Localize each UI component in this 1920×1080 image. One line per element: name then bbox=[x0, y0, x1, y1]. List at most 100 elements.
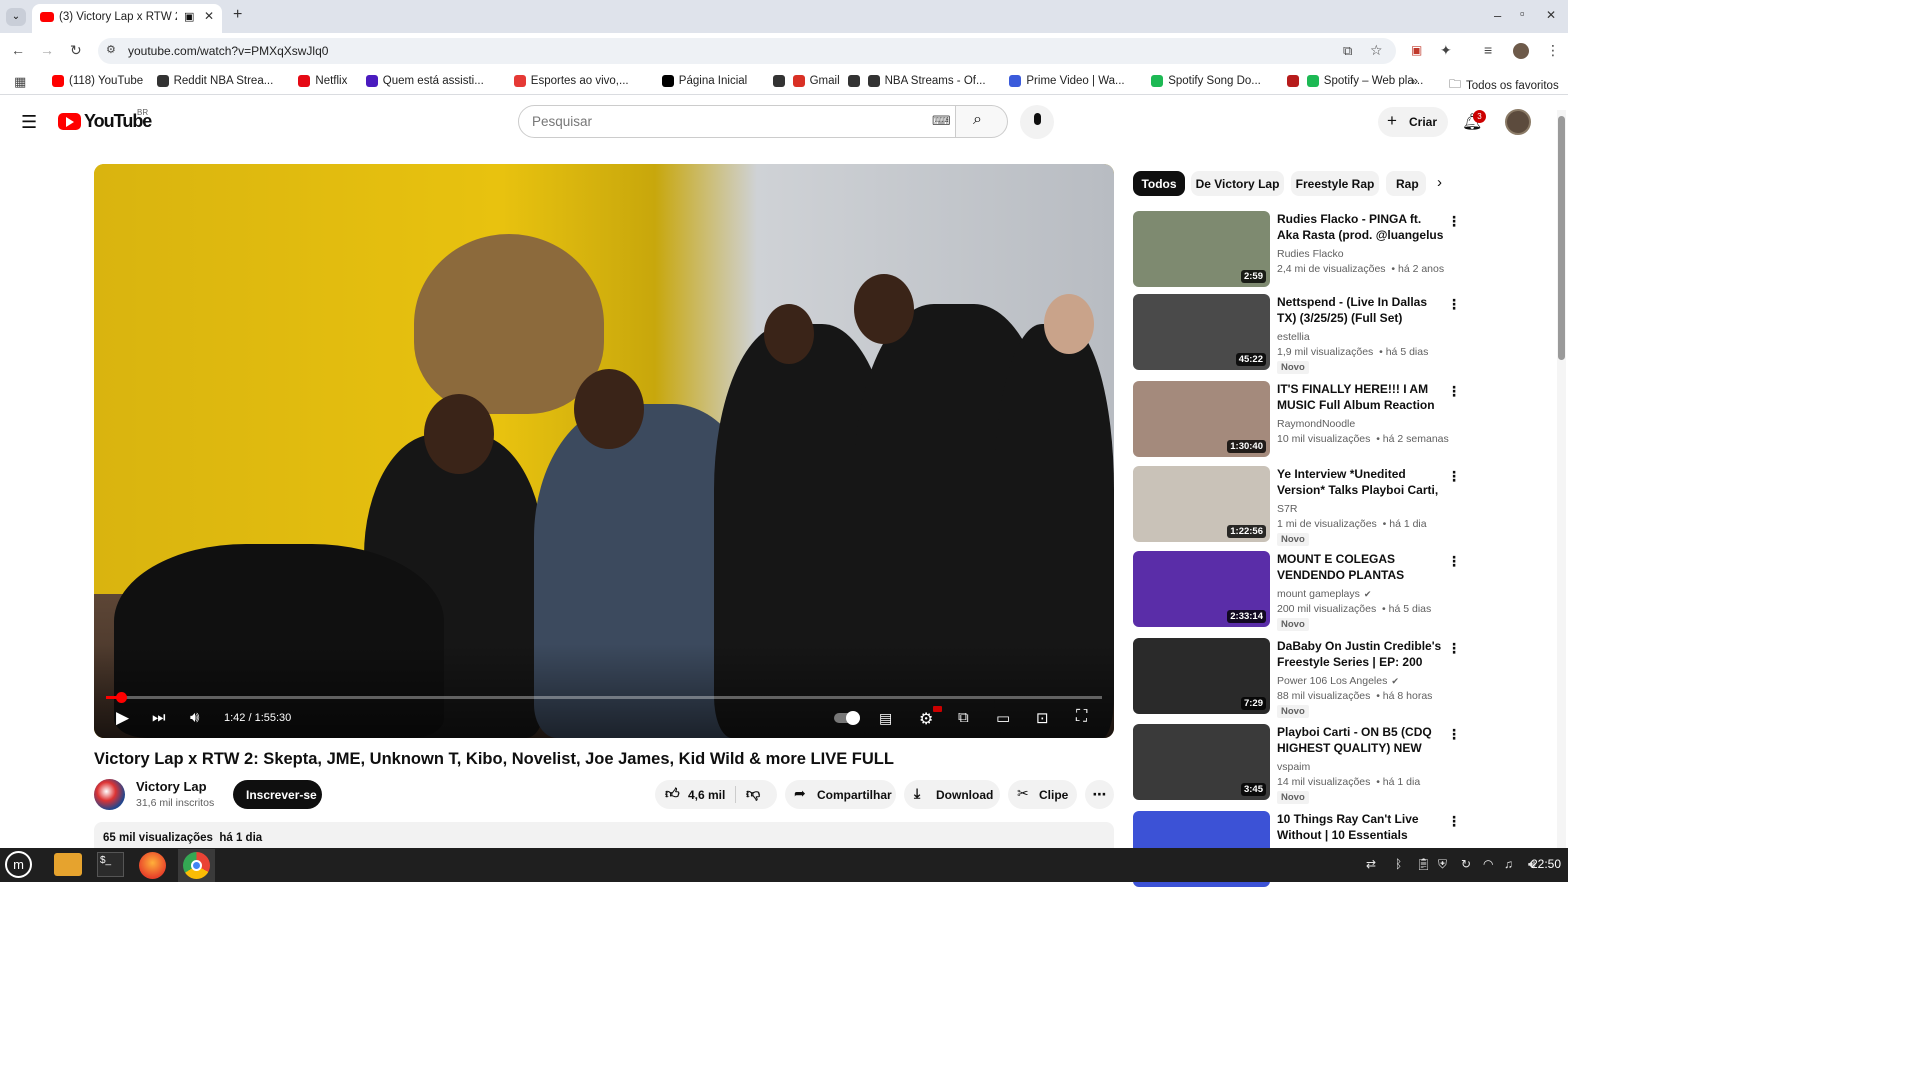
progress-scrubber[interactable] bbox=[115, 692, 127, 703]
channel-name[interactable]: Victory Lap bbox=[136, 779, 207, 794]
bookmark-item[interactable]: Spotify – Web pla... bbox=[1306, 75, 1423, 87]
bookmark-item[interactable]: Esportes ao vivo,... bbox=[513, 75, 629, 87]
new-tab-button[interactable]: + bbox=[233, 6, 242, 24]
install-app-icon[interactable]: ⧉ bbox=[1343, 43, 1352, 59]
browser-tab-active[interactable]: (3) Victory Lap x RTW 2: S ▣ ✕ bbox=[32, 4, 222, 33]
chip-rap[interactable]: Rap bbox=[1386, 171, 1426, 196]
chip-freestyle-rap[interactable]: Freestyle Rap bbox=[1291, 171, 1379, 196]
recommendation-channel[interactable]: mount gameplays ✔ bbox=[1277, 588, 1371, 600]
settings-gear-icon[interactable]: ⚙ bbox=[919, 709, 933, 729]
shield-tray-icon[interactable]: ⛨ bbox=[1438, 857, 1447, 872]
recommendation-title[interactable]: Nettspend - (Live In Dallas TX) (3/25/25… bbox=[1277, 294, 1445, 326]
recommendation-channel[interactable]: Power 106 Los Angeles ✔ bbox=[1277, 675, 1399, 687]
recommendation-card[interactable]: 2:59 Rudies Flacko - PINGA ft. Aka Rasta … bbox=[1133, 211, 1553, 291]
recommendation-title[interactable]: Ye Interview *Unedited Version* Talks Pl… bbox=[1277, 466, 1445, 498]
more-actions-button[interactable]: ⋯ bbox=[1085, 780, 1114, 809]
subscribe-button[interactable]: Inscrever-se bbox=[233, 780, 322, 809]
recommendation-card[interactable]: 1:22:56 Ye Interview *Unedited Version* T… bbox=[1133, 466, 1553, 546]
account-avatar[interactable] bbox=[1505, 109, 1531, 135]
search-button[interactable]: ⌕ bbox=[956, 105, 1008, 138]
recommendation-card[interactable]: 3:45 Playboi Carti - ON B5 (CDQ HIGHEST Q… bbox=[1133, 724, 1553, 804]
bookmark-star-icon[interactable]: ☆ bbox=[1370, 42, 1383, 59]
bookmark-item[interactable]: Prime Video | Wa... bbox=[1009, 75, 1125, 87]
clipboard-tray-icon[interactable]: 📋︎ bbox=[1416, 857, 1431, 871]
profile-avatar-icon[interactable] bbox=[1513, 43, 1529, 59]
hamburger-menu-icon[interactable]: ☰ bbox=[21, 112, 37, 133]
clip-button[interactable]: ✂ Clipe bbox=[1008, 780, 1077, 809]
search-box[interactable]: Pesquisar ⌨ bbox=[518, 105, 956, 138]
thumbs-down-icon[interactable]: 👎︎ bbox=[746, 785, 760, 802]
network-tray-icon[interactable]: ⇄ bbox=[1366, 857, 1376, 871]
extensions-puzzle-icon[interactable]: ✦ bbox=[1440, 42, 1452, 59]
autoplay-toggle[interactable] bbox=[834, 711, 860, 725]
bookmark-item[interactable]: Reddit NBA Strea... bbox=[156, 75, 273, 87]
bookmarks-overflow-button[interactable]: » bbox=[1411, 73, 1418, 88]
recommendation-title[interactable]: Playboi Carti - ON B5 (CDQ HIGHEST QUALI… bbox=[1277, 724, 1445, 756]
minimize-button[interactable]: – bbox=[1494, 8, 1501, 23]
video-player[interactable]: ▶ ⏭︎ 🔊︎ 1:42 / 1:55:30 ▤ ⚙ ⧉ ▭ ⊡ ⛶ bbox=[94, 164, 1114, 738]
recommendation-card[interactable]: 45:22 Nettspend - (Live In Dallas TX) (3/… bbox=[1133, 294, 1553, 374]
bookmark-item[interactable]: Gmail bbox=[792, 75, 840, 87]
create-button[interactable]: + Criar bbox=[1378, 107, 1448, 137]
video-thumbnail[interactable]: 1:30:40 bbox=[1133, 381, 1270, 457]
recommendation-title[interactable]: MOUNT E COLEGAS VENDENDO PLANTAS SUSPEIT… bbox=[1277, 551, 1445, 583]
tab-close-icon[interactable]: ✕ bbox=[204, 9, 214, 23]
scrollbar-thumb[interactable] bbox=[1558, 116, 1565, 360]
recommendation-title[interactable]: DaBaby On Justin Credible's Freestyle Se… bbox=[1277, 638, 1445, 670]
recommendation-channel[interactable]: S7R bbox=[1277, 503, 1297, 515]
bookmark-item[interactable]: Quem está assisti... bbox=[365, 75, 484, 87]
recommendation-card[interactable]: 1:30:40 IT'S FINALLY HERE!!! I AM MUSIC F… bbox=[1133, 381, 1553, 461]
forward-arrow-icon[interactable]: → bbox=[40, 42, 54, 58]
wifi-tray-icon[interactable]: ◠ bbox=[1483, 857, 1493, 871]
recommendation-card[interactable]: 10 Things Ray Can't Live Without | 10 Es… bbox=[1133, 811, 1553, 887]
more-vertical-icon[interactable]: ⋮ bbox=[1447, 726, 1461, 743]
tab-search-button[interactable]: ⌄ bbox=[6, 8, 26, 26]
update-tray-icon[interactable]: ↻ bbox=[1461, 857, 1471, 871]
os-menu-icon[interactable]: m bbox=[5, 851, 32, 878]
keyboard-icon[interactable]: ⌨ bbox=[932, 113, 951, 129]
firefox-icon[interactable] bbox=[139, 852, 166, 879]
all-favorites-folder[interactable]: 🗀 Todos os favoritos bbox=[1449, 75, 1559, 96]
maximize-button[interactable]: ▫ bbox=[1520, 6, 1525, 21]
share-button[interactable]: ➦ Compartilhar bbox=[785, 780, 896, 809]
browser-menu-icon[interactable]: ⋮ bbox=[1546, 42, 1560, 59]
channel-avatar[interactable] bbox=[94, 779, 125, 810]
video-thumbnail[interactable]: 2:33:14 bbox=[1133, 551, 1270, 627]
miniplayer-icon[interactable]: ⧉ bbox=[958, 709, 969, 726]
reload-icon[interactable]: ↻ bbox=[70, 42, 82, 59]
bookmark-item[interactable]: Página Inicial bbox=[661, 75, 747, 87]
volume-icon[interactable]: 🔊︎ bbox=[190, 709, 199, 726]
bookmark-item[interactable] bbox=[1286, 75, 1304, 87]
bookmark-item[interactable]: (118) YouTube bbox=[52, 75, 143, 87]
recommendation-title[interactable]: 10 Things Ray Can't Live Without | 10 Es… bbox=[1277, 811, 1445, 843]
progress-bar[interactable] bbox=[106, 692, 1102, 703]
bookmark-item[interactable] bbox=[847, 75, 865, 87]
site-info-icon[interactable]: ⚙ bbox=[106, 43, 116, 56]
chip-de-victory-lap[interactable]: De Victory Lap bbox=[1191, 171, 1284, 196]
recommendation-channel[interactable]: Rudies Flacko bbox=[1277, 248, 1344, 260]
page-scrollbar[interactable] bbox=[1557, 110, 1566, 848]
bookmark-item[interactable]: Spotify Song Do... bbox=[1151, 75, 1261, 87]
video-thumbnail[interactable]: 2:59 bbox=[1133, 211, 1270, 287]
download-button[interactable]: ⤓ Download bbox=[904, 780, 1000, 809]
extension-icon-1[interactable]: ▣ bbox=[1411, 43, 1422, 57]
video-thumbnail[interactable]: 7:29 bbox=[1133, 638, 1270, 714]
recommendation-channel[interactable]: RaymondNoodle bbox=[1277, 418, 1355, 430]
media-control-icon[interactable]: ≡ bbox=[1484, 42, 1492, 58]
video-thumbnail[interactable]: 3:45 bbox=[1133, 724, 1270, 800]
back-arrow-icon[interactable]: ← bbox=[11, 42, 25, 58]
address-bar[interactable]: ⚙ youtube.com/watch?v=PMXqXswJlq0 bbox=[98, 38, 1396, 64]
more-vertical-icon[interactable]: ⋮ bbox=[1447, 296, 1461, 313]
voice-search-button[interactable] bbox=[1020, 105, 1054, 139]
next-video-icon[interactable]: ⏭︎ bbox=[152, 709, 166, 726]
recommendation-channel[interactable]: vspaim bbox=[1277, 761, 1310, 773]
bluetooth-tray-icon[interactable]: ᛒ bbox=[1395, 857, 1402, 871]
files-folder-icon[interactable] bbox=[54, 853, 82, 876]
fullscreen-icon[interactable]: ⛶ bbox=[1076, 708, 1087, 726]
like-button[interactable]: 👍︎ 4,6 mil bbox=[655, 780, 735, 809]
bookmark-item[interactable]: Netflix bbox=[298, 75, 347, 87]
recommendation-card[interactable]: 7:29 DaBaby On Justin Credible's Freestyl… bbox=[1133, 638, 1553, 718]
video-thumbnail[interactable]: 1:22:56 bbox=[1133, 466, 1270, 542]
subtitles-icon[interactable]: ▤ bbox=[879, 710, 892, 727]
description-box[interactable]: 65 mil visualizações há 1 dia bbox=[94, 822, 1114, 848]
